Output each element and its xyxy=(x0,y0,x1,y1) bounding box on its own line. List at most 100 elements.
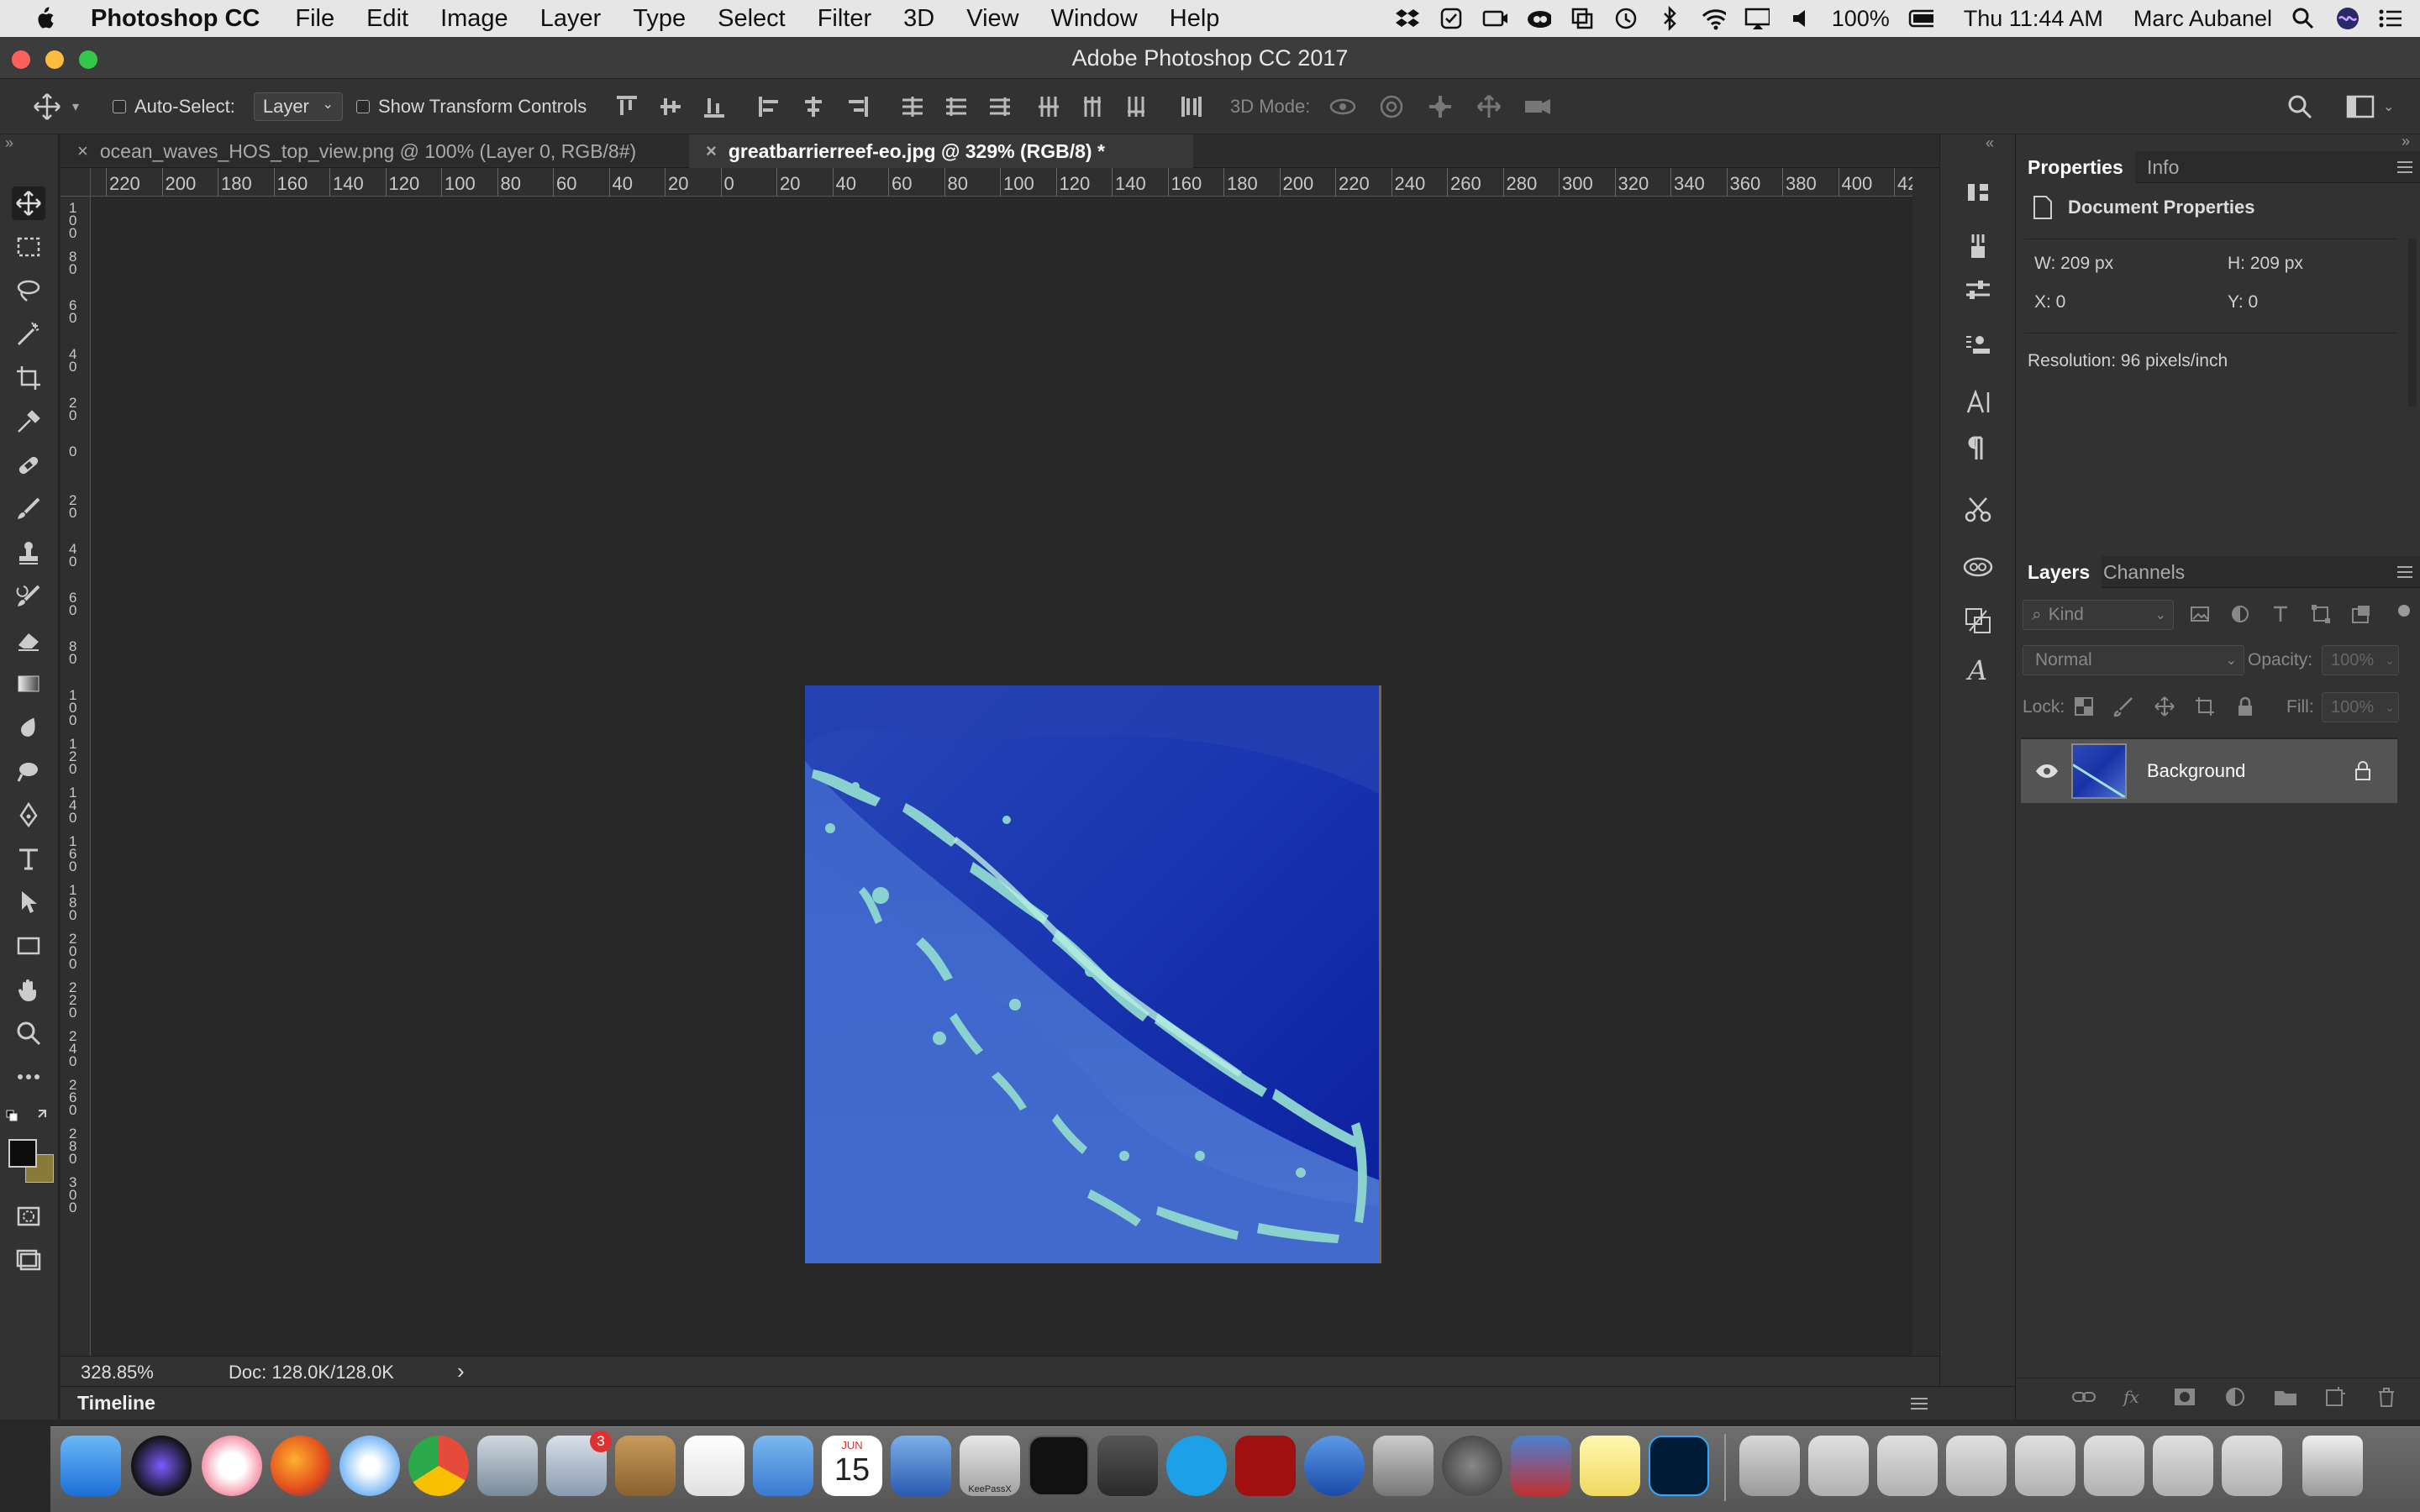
clock[interactable]: Thu 11:44 AM xyxy=(1964,6,2103,32)
tab-greatbarrierreef[interactable]: × greatbarrierreef-eo.jpg @ 329% (RGB/8)… xyxy=(689,134,1193,168)
menu-3d[interactable]: 3D xyxy=(903,5,934,33)
3d-scale-icon[interactable] xyxy=(1523,93,1553,120)
menu-type[interactable]: Type xyxy=(633,5,686,33)
distribute-vcenter-icon[interactable] xyxy=(943,93,970,120)
keynote-dock-icon[interactable] xyxy=(753,1436,813,1496)
panel-menu-icon[interactable] xyxy=(2396,564,2414,580)
3d-roll-icon[interactable] xyxy=(1376,93,1407,120)
distribute-hcenter-icon[interactable] xyxy=(1079,93,1106,120)
keepassx-dock-icon[interactable]: KeePassX xyxy=(960,1436,1020,1496)
link-layers-icon[interactable] xyxy=(2071,1386,2096,1408)
vertical-ruler[interactable]: 1 0 0 8 0 6 0 4 0 2 0 0 2 0 4 0 6 0 8 0 1 0 0 1 2 0… xyxy=(60,197,91,1356)
calendar-dock-icon[interactable]: JUN 15 xyxy=(822,1436,882,1496)
document-stack-1-dock-icon[interactable] xyxy=(1808,1436,1869,1496)
show-transform-checkbox[interactable] xyxy=(356,100,370,113)
new-layer-icon[interactable] xyxy=(2323,1386,2349,1408)
tab-properties[interactable]: Properties xyxy=(2016,151,2135,183)
user-name[interactable]: Marc Aubanel xyxy=(2133,6,2272,32)
menu-app-name[interactable]: Photoshop CC xyxy=(91,5,260,33)
menu-help[interactable]: Help xyxy=(1170,5,1220,33)
new-group-folder-icon[interactable] xyxy=(2273,1386,2298,1408)
gradient-tool[interactable] xyxy=(12,667,45,701)
screen-share-icon[interactable] xyxy=(1570,7,1595,30)
adjustment-layer-filter-icon[interactable] xyxy=(2229,603,2251,625)
smart-object-filter-icon[interactable] xyxy=(2350,603,2372,625)
canvas-area[interactable] xyxy=(91,197,1912,1356)
marquee-tool[interactable] xyxy=(12,230,45,264)
tab-layers[interactable]: Layers xyxy=(2016,556,2102,588)
notification-center-icon[interactable] xyxy=(2378,7,2403,30)
lock-image-pixels-icon[interactable] xyxy=(2113,696,2135,717)
video-camera-icon[interactable] xyxy=(1482,7,1507,30)
collapse-panel-icon[interactable]: » xyxy=(2402,133,2410,150)
clone-source-button[interactable] xyxy=(1959,328,1997,366)
battery-percent[interactable]: 100% xyxy=(1832,6,1890,32)
siri-dock-icon[interactable] xyxy=(131,1436,192,1496)
calculator-dock-icon[interactable] xyxy=(1373,1436,1434,1496)
delete-layer-trash-icon[interactable] xyxy=(2374,1386,2399,1408)
itunes-dock-icon[interactable] xyxy=(202,1436,262,1496)
3d-orbit-icon[interactable] xyxy=(1328,93,1358,120)
distribute-left-icon[interactable] xyxy=(1035,93,1062,120)
expand-panel-icon[interactable]: » xyxy=(5,134,13,152)
lasso-tool[interactable] xyxy=(12,274,45,307)
contacts-dock-icon[interactable] xyxy=(615,1436,676,1496)
menu-edit[interactable]: Edit xyxy=(366,5,408,33)
distribute-bottom-icon[interactable] xyxy=(986,93,1013,120)
pixel-layer-filter-icon[interactable] xyxy=(2189,603,2211,625)
status-info-arrow[interactable]: › xyxy=(457,1358,465,1384)
add-mask-icon[interactable] xyxy=(2172,1386,2197,1408)
zoom-tool[interactable] xyxy=(12,1016,45,1050)
menu-layer[interactable]: Layer xyxy=(540,5,602,33)
lock-all-icon[interactable] xyxy=(2234,696,2256,717)
filter-toggle-button[interactable] xyxy=(2398,605,2410,617)
vertical-scrollbar[interactable] xyxy=(1912,168,1939,1356)
pen-tool[interactable] xyxy=(12,798,45,832)
lock-transparent-pixels-icon[interactable] xyxy=(2073,696,2095,717)
type-layer-filter-icon[interactable] xyxy=(2270,603,2291,625)
tool-presets-button[interactable] xyxy=(1959,491,1997,529)
screen-capture-dock-icon[interactable] xyxy=(1304,1436,1365,1496)
tab-ocean-waves[interactable]: × ocean_waves_HOS_top_view.png @ 100% (L… xyxy=(60,134,689,168)
move-tool[interactable] xyxy=(12,186,45,220)
layer-style-fx-icon[interactable]: fx xyxy=(2122,1386,2147,1408)
menu-view[interactable]: View xyxy=(966,5,1018,33)
auto-align-icon[interactable] xyxy=(1178,93,1205,120)
menu-select[interactable]: Select xyxy=(718,5,786,33)
align-left-icon[interactable] xyxy=(756,93,783,120)
clone-stamp-tool[interactable] xyxy=(12,536,45,570)
align-top-icon[interactable] xyxy=(613,93,640,120)
document-image-reef[interactable] xyxy=(805,685,1381,1263)
bluetooth-icon[interactable] xyxy=(1657,6,1682,31)
document-stack-4-dock-icon[interactable] xyxy=(2015,1436,2075,1496)
panel-menu-icon[interactable] xyxy=(2396,160,2414,175)
skype-dock-icon[interactable] xyxy=(1166,1436,1227,1496)
airplay-icon[interactable] xyxy=(1744,7,1770,30)
eraser-tool[interactable] xyxy=(12,623,45,657)
layer-filter-kind[interactable]: ⌕ Kind ⌄ xyxy=(2023,600,2174,630)
menu-file[interactable]: File xyxy=(295,5,334,33)
battery-icon[interactable] xyxy=(1908,7,1933,30)
safari-dock-icon[interactable] xyxy=(339,1436,400,1496)
document-stack-5-dock-icon[interactable] xyxy=(2084,1436,2144,1496)
dropbox-icon[interactable] xyxy=(1395,7,1420,30)
visibility-eye-icon[interactable] xyxy=(2034,763,2060,780)
swap-default-colors-icon[interactable] xyxy=(5,1105,55,1126)
workspace-switcher[interactable]: ⌄ xyxy=(2346,79,2394,134)
quick-mask-button[interactable] xyxy=(12,1200,45,1233)
menu-filter[interactable]: Filter xyxy=(818,5,871,33)
photoshop-dock-icon[interactable] xyxy=(1649,1436,1709,1496)
layer-row-background[interactable]: Background xyxy=(2021,739,2397,803)
properties-scrollbar[interactable] xyxy=(2408,239,2417,407)
hand-tool[interactable] xyxy=(12,973,45,1006)
chrome-dock-icon[interactable] xyxy=(408,1436,469,1496)
crop-tool[interactable] xyxy=(12,361,45,395)
height-value[interactable]: H: 209 px xyxy=(2228,254,2303,274)
downloads-stack-dock-icon[interactable] xyxy=(1739,1436,1800,1496)
ruler-corner[interactable] xyxy=(60,168,91,197)
history-panel-button[interactable] xyxy=(1959,173,1997,212)
auto-select-dropdown[interactable]: Layer ⌄ xyxy=(253,92,343,121)
timeline-tab[interactable]: Timeline xyxy=(77,1392,155,1415)
healing-brush-tool[interactable] xyxy=(12,449,45,482)
apple-icon[interactable] xyxy=(32,6,62,31)
